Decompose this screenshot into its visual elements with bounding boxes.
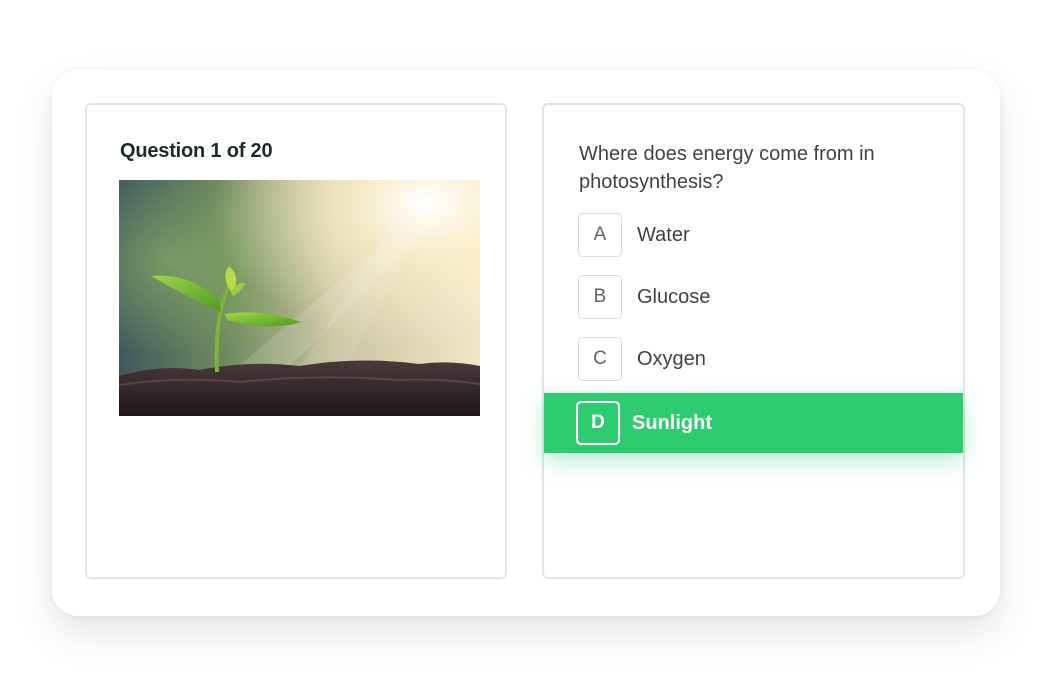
option-label: Water	[637, 223, 690, 246]
option-label: Glucose	[637, 285, 711, 308]
option-d-selected[interactable]: D Sunlight	[544, 393, 963, 453]
option-c[interactable]: C Oxygen	[578, 335, 706, 383]
question-text: Where does energy come from in photosynt…	[579, 143, 875, 193]
plant-sprout-in-sunlight-image	[119, 180, 480, 416]
option-letter: D	[576, 401, 620, 445]
option-letter: C	[578, 337, 622, 381]
option-label: Oxygen	[637, 347, 706, 370]
option-label: Sunlight	[632, 411, 712, 434]
option-letter: B	[578, 275, 622, 319]
option-a[interactable]: A Water	[578, 211, 690, 259]
option-letter: A	[578, 213, 622, 257]
option-b[interactable]: B Glucose	[578, 273, 710, 321]
question-counter: Question 1 of 20	[120, 140, 273, 162]
